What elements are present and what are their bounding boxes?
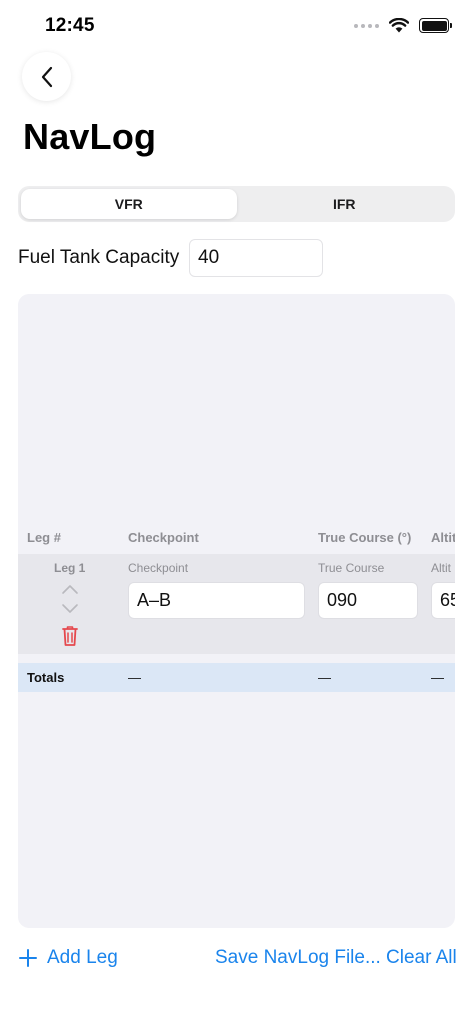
add-leg-button[interactable]: Add Leg — [47, 947, 118, 969]
totals-row: Totals — — — — [18, 663, 455, 692]
move-up-icon[interactable] — [60, 582, 80, 596]
checkpoint-cell-label: Checkpoint — [128, 561, 189, 575]
wifi-icon — [389, 18, 409, 33]
leg-number-label: Leg 1 — [54, 561, 86, 575]
page-title: NavLog — [23, 116, 157, 157]
battery-icon — [419, 18, 452, 33]
chevron-left-icon — [41, 66, 52, 87]
fuel-tank-capacity-label: Fuel Tank Capacity — [18, 247, 180, 268]
status-bar: 12:45 — [0, 0, 473, 54]
header-true-course: True Course (°) — [318, 530, 412, 545]
segment-ifr[interactable]: IFR — [237, 189, 453, 219]
bottom-action-bar: Add Leg Save NavLog File... Clear All — [0, 944, 473, 974]
clear-all-button[interactable]: Clear All — [386, 947, 457, 969]
status-time: 12:45 — [45, 15, 95, 36]
totals-checkpoint: — — [128, 670, 141, 685]
true-course-input[interactable] — [318, 582, 418, 619]
segment-vfr[interactable]: VFR — [21, 189, 237, 219]
totals-true-course: — — [318, 670, 331, 685]
back-button[interactable] — [22, 52, 71, 101]
true-course-cell-label: True Course — [318, 561, 385, 575]
fuel-tank-capacity-input[interactable] — [189, 239, 323, 277]
totals-label: Totals — [27, 670, 65, 685]
altitude-cell-label: Altit — [431, 561, 452, 575]
flight-rules-segmented-control[interactable]: VFR IFR — [18, 186, 455, 222]
header-leg-number: Leg # — [27, 530, 61, 545]
navlog-table[interactable]: Leg # Checkpoint True Course (°) Altit L… — [18, 294, 455, 928]
move-down-icon[interactable] — [60, 602, 80, 616]
header-checkpoint: Checkpoint — [128, 530, 199, 545]
status-icons — [354, 18, 452, 33]
table-row: Leg 1 Checkpoint True Course Altit — [18, 554, 455, 654]
totals-altitude: — — [431, 670, 444, 685]
checkpoint-input[interactable] — [128, 582, 305, 619]
save-navlog-file-button[interactable]: Save NavLog File... — [215, 947, 381, 969]
trash-icon[interactable] — [60, 624, 80, 648]
cellular-signal-icon — [354, 23, 379, 28]
table-header-row: Leg # Checkpoint True Course (°) Altit — [18, 530, 455, 546]
altitude-input[interactable] — [431, 582, 455, 619]
header-altitude: Altit — [431, 530, 455, 545]
plus-icon[interactable] — [18, 948, 38, 968]
